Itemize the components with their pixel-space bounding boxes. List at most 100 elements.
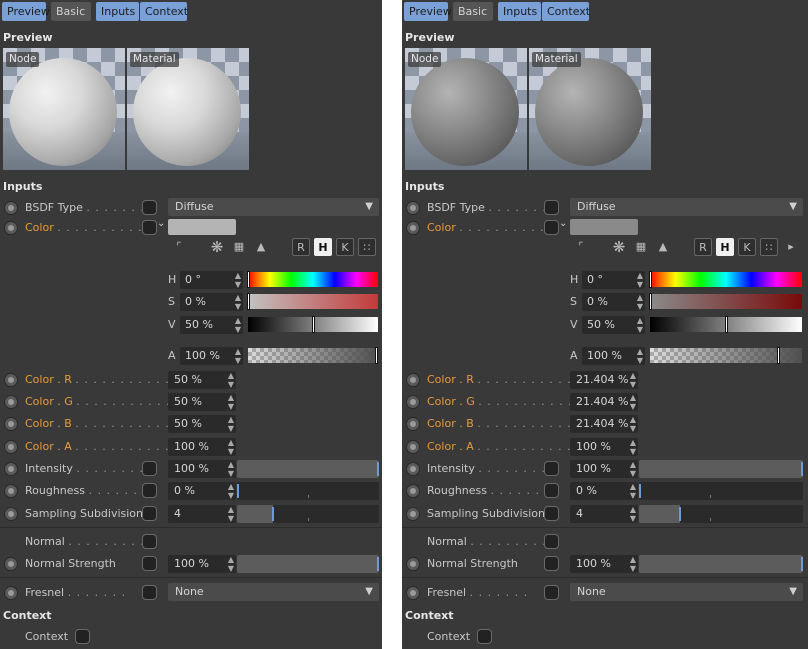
animate-radio[interactable] [4,557,18,571]
value-gradient[interactable] [650,316,802,333]
spectrum-icon[interactable]: ▦ [230,238,248,256]
color-b-field[interactable]: 50 % ▲ ▼ [168,415,236,433]
intensity-field[interactable]: 100 % ▲ ▼ [570,460,638,478]
port-toggle[interactable] [142,200,157,215]
tab-basic[interactable]: Basic [453,2,493,21]
port-toggle[interactable] [142,556,157,571]
animate-radio[interactable] [406,221,420,235]
kelvin-mode-button[interactable]: K [738,238,756,256]
eyedropper-icon[interactable]: ⌜ [170,238,188,256]
color-a-field[interactable]: 100 % ▲ ▼ [570,438,638,456]
hue-gradient[interactable] [247,271,378,288]
port-toggle[interactable] [544,200,559,215]
roughness-field[interactable]: 0 % ▲ ▼ [168,482,236,500]
animate-radio[interactable] [4,484,18,498]
tab-basic[interactable]: Basic [51,2,91,21]
value-field[interactable]: 50 % ▲ ▼ [582,316,645,334]
eyedropper-icon[interactable]: ⌜ [572,238,590,256]
animate-radio[interactable] [406,484,420,498]
bsdf-type-dropdown[interactable]: Diffuse ▼ [168,198,379,216]
normal-strength-field[interactable]: 100 % ▲ ▼ [570,555,638,573]
port-toggle[interactable] [142,220,157,235]
chevron-down-icon[interactable]: ⌄ [157,218,165,229]
port-toggle[interactable] [142,483,157,498]
animate-radio[interactable] [4,507,18,521]
rgb-mode-button[interactable]: R [292,238,310,256]
spectrum-icon[interactable]: ▦ [632,238,650,256]
rgb-mode-button[interactable]: R [694,238,712,256]
color-r-field[interactable]: 50 % ▲ ▼ [168,371,236,389]
hsv-mode-button[interactable]: H [314,238,332,256]
tab-inputs[interactable]: Inputs [96,2,139,21]
alpha-gradient[interactable] [650,347,802,364]
roughness-slider[interactable] [639,482,803,500]
saturation-gradient[interactable] [649,293,802,310]
intensity-slider[interactable] [639,460,803,478]
port-toggle[interactable] [544,585,559,600]
color-swatch[interactable] [570,219,638,235]
picker-spiral-icon[interactable]: ❋ [208,238,226,256]
fresnel-dropdown[interactable]: None ▼ [168,583,379,601]
mixer-icon[interactable]: ∷ [358,238,376,256]
color-r-field[interactable]: 21.404 % ▲ ▼ [570,371,638,389]
tab-preview[interactable]: Preview [404,2,452,21]
animate-radio[interactable] [4,462,18,476]
port-toggle[interactable] [142,506,157,521]
normal-strength-slider[interactable] [639,555,803,573]
alpha-gradient[interactable] [248,347,378,364]
animate-radio[interactable] [4,373,18,387]
intensity-field[interactable]: 100 % ▲ ▼ [168,460,236,478]
port-toggle[interactable] [544,220,559,235]
tab-inputs[interactable]: Inputs [498,2,541,21]
tab-preview[interactable]: Preview [2,2,50,21]
roughness-field[interactable]: 0 % ▲ ▼ [570,482,638,500]
port-toggle[interactable] [142,585,157,600]
saturation-field[interactable]: 0 % ▲ ▼ [180,293,243,311]
color-g-field[interactable]: 50 % ▲ ▼ [168,393,236,411]
more-icon[interactable]: ▸ [782,238,800,256]
tab-context[interactable]: Context [140,2,188,21]
intensity-slider[interactable] [237,460,379,478]
animate-radio[interactable] [406,373,420,387]
chevron-down-icon[interactable]: ⌄ [559,218,567,229]
alpha-field[interactable]: 100 % ▲ ▼ [582,347,645,365]
color-a-field[interactable]: 100 % ▲ ▼ [168,438,236,456]
animate-radio[interactable] [4,586,18,600]
sampling-subdivision-slider[interactable] [237,505,379,523]
alpha-field[interactable]: 100 % ▲ ▼ [180,347,243,365]
mixer-icon[interactable]: ∷ [760,238,778,256]
animate-radio[interactable] [406,462,420,476]
value-gradient[interactable] [248,316,378,333]
port-toggle[interactable] [544,534,559,549]
context-toggle[interactable] [75,629,90,644]
sampling-subdivision-field[interactable]: 4 ▲ ▼ [570,505,638,523]
image-icon[interactable]: ▲ [654,238,672,256]
color-swatch[interactable] [168,219,236,235]
animate-radio[interactable] [406,440,420,454]
roughness-slider[interactable] [237,482,379,500]
context-toggle[interactable] [477,629,492,644]
animate-radio[interactable] [406,201,420,215]
fresnel-dropdown[interactable]: None ▼ [570,583,803,601]
port-toggle[interactable] [544,556,559,571]
kelvin-mode-button[interactable]: K [336,238,354,256]
animate-radio[interactable] [406,507,420,521]
port-toggle[interactable] [544,506,559,521]
picker-spiral-icon[interactable]: ❋ [610,238,628,256]
normal-strength-slider[interactable] [237,555,379,573]
hue-field[interactable]: 0 ° ▲ ▼ [180,271,243,289]
saturation-field[interactable]: 0 % ▲ ▼ [582,293,645,311]
color-b-field[interactable]: 21.404 % ▲ ▼ [570,415,638,433]
saturation-gradient[interactable] [247,293,378,310]
animate-radio[interactable] [406,395,420,409]
color-g-field[interactable]: 21.404 % ▲ ▼ [570,393,638,411]
hue-field[interactable]: 0 ° ▲ ▼ [582,271,645,289]
animate-radio[interactable] [4,221,18,235]
value-field[interactable]: 50 % ▲ ▼ [180,316,243,334]
animate-radio[interactable] [406,557,420,571]
animate-radio[interactable] [4,417,18,431]
animate-radio[interactable] [4,395,18,409]
sampling-subdivision-slider[interactable] [639,505,803,523]
port-toggle[interactable] [544,461,559,476]
animate-radio[interactable] [406,586,420,600]
